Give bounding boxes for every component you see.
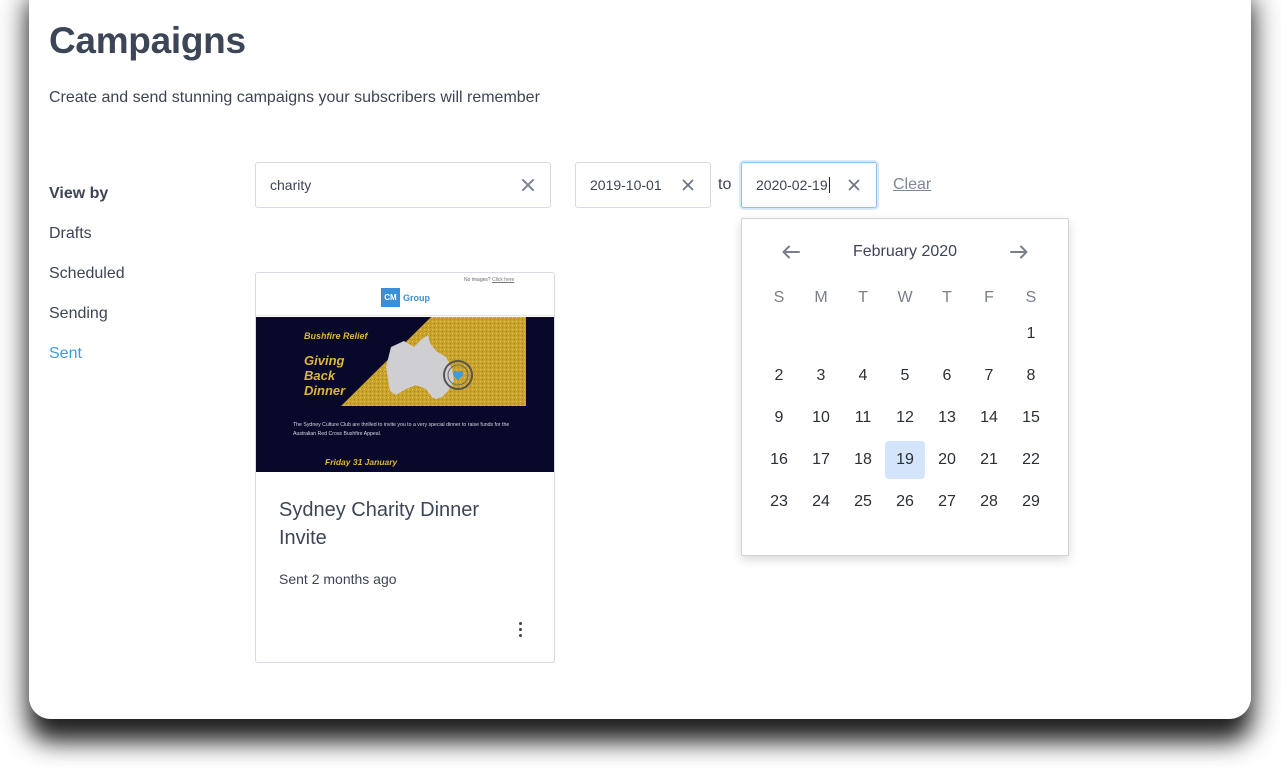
calendar-day[interactable]: 22 [1010, 439, 1052, 481]
calendar-day[interactable]: 16 [758, 439, 800, 481]
weekday-label: M [814, 289, 828, 306]
calendar-day[interactable]: 28 [968, 481, 1010, 523]
clear-filters-link[interactable]: Clear [893, 176, 931, 194]
sidebar-item-drafts[interactable]: Drafts [49, 224, 125, 264]
calendar-day-selected[interactable]: 19 [885, 441, 925, 479]
calendar-day[interactable]: 14 [968, 397, 1010, 439]
calendar-week-row: 16 17 18 19 20 21 22 [758, 439, 1052, 481]
headline-line: Giving [304, 353, 345, 368]
clear-date-to-icon[interactable] [846, 177, 862, 193]
calendar-weeks: 1 2 3 4 5 6 7 8 9 10 11 12 13 14 15 16 17 18 19 20 21 22 23 24 2… [758, 313, 1052, 523]
calendar-day[interactable]: 4 [842, 355, 884, 397]
weekday-label: T [858, 289, 868, 306]
weekday-label: W [897, 289, 913, 306]
calendar-day[interactable]: 9 [758, 397, 800, 439]
calendar-empty-cell [926, 313, 968, 355]
calendar-day[interactable]: 3 [800, 355, 842, 397]
calendar-day[interactable]: 15 [1010, 397, 1052, 439]
date-from-input[interactable]: 2019-10-01 [575, 162, 711, 208]
clear-search-icon[interactable] [520, 177, 536, 193]
calendar-day[interactable]: 10 [800, 397, 842, 439]
calendar-day[interactable]: 25 [842, 481, 884, 523]
date-to-value: 2020-02-19 [756, 177, 828, 193]
calendar-empty-cell [968, 313, 1010, 355]
text-caret [828, 177, 830, 193]
weekday-label: S [1025, 289, 1037, 306]
cm-logo-word: Group [403, 292, 430, 303]
next-month-arrow-icon[interactable] [1007, 241, 1031, 263]
calendar-week-row: 23 24 25 26 27 28 29 [758, 481, 1052, 523]
page-content: Campaigns Create and send stunning campa… [29, 0, 1251, 719]
search-input[interactable]: charity [255, 162, 551, 208]
page-title: Campaigns [49, 20, 246, 61]
date-to-value-wrap: 2020-02-19 [756, 177, 846, 193]
click-here-link: Click here [492, 277, 515, 283]
calendar-week-row: 9 10 11 12 13 14 15 [758, 397, 1052, 439]
weekday-header-row: S M T W T F S [758, 283, 1052, 313]
headline-line: Back [304, 368, 336, 383]
app-window: Campaigns Create and send stunning campa… [29, 0, 1251, 719]
calendar-day[interactable]: 1 [1010, 313, 1052, 355]
no-images-text: No images? Click here [464, 277, 514, 283]
calendar-day[interactable]: 6 [926, 355, 968, 397]
weekday-label: T [942, 289, 952, 306]
calendar-day[interactable]: 18 [842, 439, 884, 481]
date-picker-header: February 2020 [742, 241, 1068, 263]
date-to-input[interactable]: 2020-02-19 [741, 162, 877, 208]
banner-date: Friday 31 January [325, 457, 398, 467]
calendar-day[interactable]: 29 [1010, 481, 1052, 523]
calendar-day[interactable]: 26 [884, 481, 926, 523]
calendar-day[interactable]: 21 [968, 439, 1010, 481]
calendar-day[interactable]: 24 [800, 481, 842, 523]
calendar-empty-cell [758, 313, 800, 355]
email-banner: Bushfire Relief Giving Back Dinner The S… [256, 317, 554, 472]
campaign-status: Sent 2 months ago [279, 571, 397, 587]
date-picker-popup: February 2020 S M T W T F S 1 2 3 4 5 6 7 8 9 10 1… [741, 218, 1069, 556]
banner-artwork [341, 317, 526, 406]
calendar-week-row: 1 [758, 313, 1052, 355]
calendar-day[interactable]: 23 [758, 481, 800, 523]
page-subtitle: Create and send stunning campaigns your … [49, 89, 540, 106]
headline-line: Dinner [304, 383, 346, 398]
search-input-value: charity [270, 177, 312, 193]
campaign-thumbnail[interactable]: No images? Click here CM Group Bushfire … [256, 273, 554, 472]
email-header: No images? Click here CM Group [256, 273, 554, 316]
calendar-day[interactable]: 2 [758, 355, 800, 397]
calendar-empty-cell [800, 313, 842, 355]
calendar-day[interactable]: 17 [800, 439, 842, 481]
banner-paragraph: The Sydney Culture Club are thrilled to … [293, 422, 510, 437]
clear-date-from-icon[interactable] [680, 177, 696, 193]
calendar-grid: S M T W T F S 1 2 3 4 5 6 7 8 9 10 11 12 13 14 15 16 17 1… [758, 283, 1052, 523]
weekday-label: F [984, 289, 994, 306]
view-by-sidebar: View by Drafts Scheduled Sending Sent [49, 184, 125, 384]
date-from-value: 2019-10-01 [590, 177, 662, 193]
calendar-day[interactable]: 27 [926, 481, 968, 523]
calendar-day[interactable]: 20 [926, 439, 968, 481]
campaign-card[interactable]: No images? Click here CM Group Bushfire … [255, 272, 555, 663]
calendar-day[interactable]: 11 [842, 397, 884, 439]
calendar-day[interactable]: 5 [884, 355, 926, 397]
banner-headline: Giving Back Dinner [304, 353, 345, 398]
calendar-week-row: 2345678 [758, 355, 1052, 397]
date-range-to-label: to [718, 176, 732, 193]
weekday-label: S [773, 289, 785, 306]
calendar-day[interactable]: 12 [884, 397, 926, 439]
more-options-icon[interactable] [512, 619, 528, 639]
sidebar-item-sent[interactable]: Sent [49, 344, 125, 384]
calendar-day[interactable]: 7 [968, 355, 1010, 397]
no-images-label: No images? [464, 277, 491, 283]
cm-logo-box: CM [381, 288, 400, 307]
calendar-day[interactable]: 13 [926, 397, 968, 439]
sidebar-item-sending[interactable]: Sending [49, 304, 125, 344]
cm-group-logo: CM Group [381, 288, 430, 307]
sidebar-item-scheduled[interactable]: Scheduled [49, 264, 125, 304]
calendar-empty-cell [884, 313, 926, 355]
banner-kicker: Bushfire Relief [304, 331, 368, 341]
view-by-heading: View by [49, 185, 109, 202]
calendar-empty-cell [842, 313, 884, 355]
campaign-title[interactable]: Sydney Charity Dinner Invite [279, 496, 529, 552]
calendar-day[interactable]: 8 [1010, 355, 1052, 397]
